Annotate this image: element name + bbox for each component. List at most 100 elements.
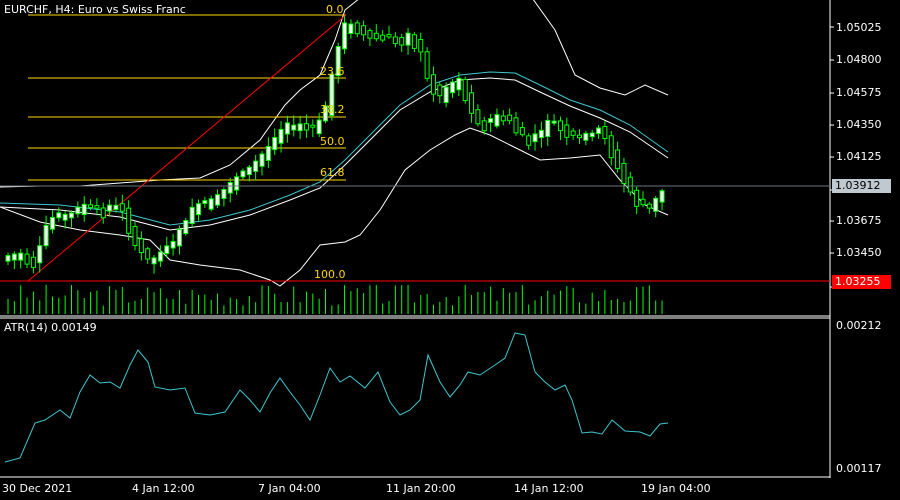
price-label: 1.03450	[836, 246, 882, 259]
candle-body	[342, 22, 348, 50]
candle-body	[570, 130, 576, 136]
time-label: 7 Jan 04:00	[258, 482, 321, 495]
candle-body	[56, 212, 62, 219]
candle-body	[367, 30, 373, 39]
candle-body	[81, 203, 87, 216]
candle-body	[18, 252, 24, 261]
price-label: 1.04575	[836, 86, 882, 99]
chart-canvas[interactable]	[0, 0, 900, 500]
candle-body	[107, 204, 113, 212]
candle-body	[469, 92, 475, 114]
candle-body	[43, 224, 49, 247]
candle-body	[234, 176, 240, 191]
candle-body	[456, 77, 462, 91]
candle-body	[49, 216, 55, 230]
candle-body	[380, 34, 386, 41]
candle-body	[583, 132, 589, 141]
candle-body	[488, 118, 494, 123]
atr-scale-label: 0.00117	[836, 462, 882, 475]
candle-body	[507, 114, 513, 122]
candle-body	[602, 126, 608, 139]
candle-body	[170, 240, 176, 249]
candle-body	[316, 119, 322, 135]
candle-body	[310, 124, 316, 128]
candle-body	[119, 203, 125, 212]
volume-bars	[7, 284, 663, 314]
time-label: 30 Dec 2021	[2, 482, 73, 495]
price-label: 1.05025	[836, 21, 882, 34]
candle-body	[265, 145, 271, 161]
candle-body	[113, 204, 119, 211]
candle-body	[303, 123, 309, 131]
candle-body	[240, 170, 246, 178]
candle-body	[373, 32, 379, 40]
candle-body	[69, 212, 74, 219]
candle-body	[526, 135, 532, 146]
price-label: 1.04350	[836, 118, 882, 131]
atr-line	[4, 332, 669, 463]
candle-body	[627, 176, 633, 193]
chart-frame	[0, 0, 834, 478]
candle-body	[272, 136, 278, 151]
fib-level-50: 50.0	[320, 135, 345, 148]
candle-body	[75, 206, 81, 215]
price-label: 1.03675	[836, 214, 882, 227]
candle-body	[596, 127, 602, 135]
candle-body	[145, 248, 151, 260]
candle-body	[577, 134, 582, 139]
candle-body	[126, 207, 132, 234]
candle-body	[183, 220, 189, 235]
candle-body	[291, 124, 297, 131]
fib-level-0: 0.0	[326, 3, 344, 16]
candle-body	[513, 117, 519, 134]
candle-body	[589, 132, 595, 138]
candle-body	[278, 128, 284, 144]
last-price-tag: 1.03912	[832, 179, 891, 193]
candle-body	[5, 255, 11, 262]
candle-body	[494, 114, 500, 127]
candle-body	[653, 197, 659, 212]
candle-body	[202, 200, 208, 204]
candle-body	[564, 124, 570, 138]
candle-body	[640, 198, 646, 206]
time-label: 19 Jan 04:00	[641, 482, 711, 495]
candle-body	[532, 133, 538, 143]
candle-body	[443, 86, 449, 104]
candle-body	[634, 189, 640, 207]
candle-body	[608, 135, 614, 159]
candle-body	[418, 38, 424, 53]
atr-indicator-title: ATR(14) 0.00149	[4, 321, 97, 334]
symbol-title: EURCHF, H4: Euro vs Swiss Franc	[4, 3, 186, 16]
candle-body	[132, 226, 138, 246]
candle-body	[430, 74, 436, 95]
candle-body	[462, 78, 468, 102]
candle-body	[405, 32, 411, 46]
candle-body	[392, 36, 398, 45]
candle-body	[138, 238, 144, 254]
candle-body	[37, 245, 43, 264]
candle-body	[259, 153, 265, 167]
candle-body	[94, 205, 100, 209]
candle-body	[361, 25, 367, 36]
candle-body	[151, 257, 157, 265]
candle-body	[646, 203, 652, 209]
candle-body	[399, 37, 405, 46]
fib-level-100: 100.0	[314, 268, 346, 281]
price-label: 1.04800	[836, 53, 882, 66]
candle-body	[475, 109, 481, 125]
candle-body	[164, 245, 170, 254]
fib-level-61: 61.8	[320, 166, 345, 179]
atr-scale-label: 0.00212	[836, 319, 882, 332]
candle-body	[62, 213, 68, 221]
candle-body	[386, 34, 392, 38]
candle-body	[437, 84, 443, 97]
candle-body	[11, 253, 17, 261]
candle-body	[100, 207, 106, 219]
candle-body	[424, 51, 430, 79]
candle-body	[189, 206, 195, 225]
fib-level-23: 23.6	[320, 65, 345, 78]
candle-body	[221, 188, 227, 200]
fibonacci-retracement[interactable]	[27, 14, 347, 282]
candle-body	[621, 162, 627, 185]
candle-body	[659, 190, 665, 203]
